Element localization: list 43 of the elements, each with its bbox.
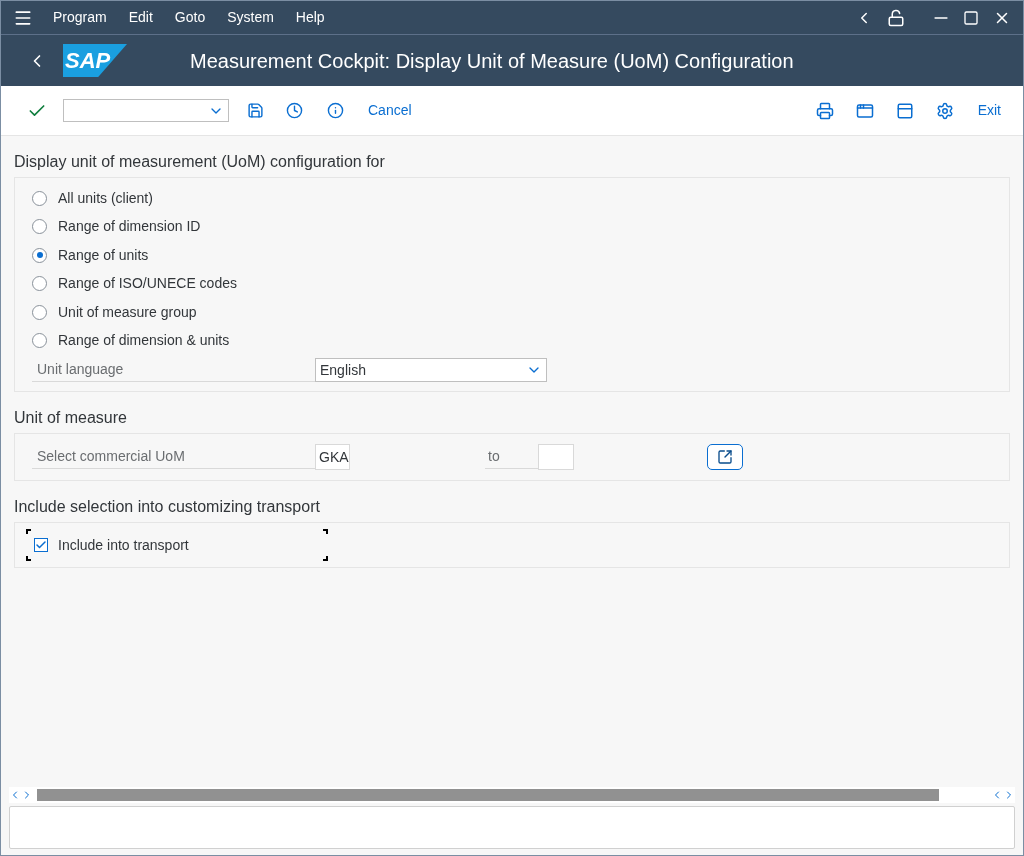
radio-button[interactable] — [32, 333, 47, 349]
radio-label[interactable]: Range of ISO/UNECE codes — [58, 273, 237, 295]
menu-item[interactable]: System — [227, 7, 274, 28]
print-icon[interactable] — [815, 101, 834, 120]
section-title: Unit of measure — [13, 408, 128, 428]
menu-item[interactable]: Help — [295, 7, 325, 28]
field-label: Unit language — [32, 358, 315, 382]
window-title: Measurement Cockpit: Display Unit of Measure (UoM) Configuration — [190, 48, 794, 74]
padlock-icon[interactable] — [887, 8, 905, 27]
save-icon[interactable] — [247, 102, 264, 119]
radio-button[interactable] — [32, 190, 47, 206]
uom-from-field[interactable]: GKA — [315, 444, 350, 470]
arrow-out-icon — [717, 449, 733, 465]
radio-button[interactable] — [32, 304, 47, 320]
radio-button[interactable] — [32, 247, 47, 263]
scrollbar-thumb[interactable] — [37, 789, 939, 801]
radio-label[interactable]: Range of dimension & units — [58, 330, 230, 352]
info-icon[interactable] — [327, 102, 344, 119]
menu-item[interactable]: Program — [53, 7, 107, 28]
section-title: Display unit of measurement (UoM) configuration for — [13, 152, 386, 172]
radio-label[interactable]: All units (client) — [58, 187, 153, 209]
radio-button[interactable] — [32, 219, 47, 235]
command-field[interactable] — [63, 99, 229, 122]
uom-to-field[interactable] — [538, 444, 574, 470]
multiple-selection-button[interactable] — [707, 444, 743, 470]
radio-label[interactable]: Unit of measure group — [58, 301, 197, 323]
exit-button[interactable]: Exit — [977, 100, 1001, 121]
clock-icon[interactable] — [286, 102, 303, 119]
cancel-button[interactable]: Cancel — [368, 100, 412, 121]
settings-icon[interactable] — [935, 101, 954, 120]
menu-item[interactable]: Edit — [128, 7, 153, 28]
field-label: Select commercial UoM — [32, 445, 315, 469]
language-dropdown[interactable]: English — [315, 358, 547, 382]
checkbox[interactable] — [34, 538, 48, 552]
radio-button[interactable] — [32, 276, 47, 292]
section-title: Include selection into customizing transport — [13, 497, 321, 517]
radio-label[interactable]: Range of units — [58, 244, 149, 266]
window-icon[interactable] — [895, 101, 914, 120]
maximize-icon[interactable] — [963, 9, 979, 26]
sap-logo: SAP — [63, 44, 127, 77]
menu-item[interactable]: Goto — [174, 7, 206, 28]
checkbox-label[interactable]: Include into transport — [58, 534, 189, 556]
radio-label[interactable]: Range of dimension ID — [58, 216, 201, 238]
